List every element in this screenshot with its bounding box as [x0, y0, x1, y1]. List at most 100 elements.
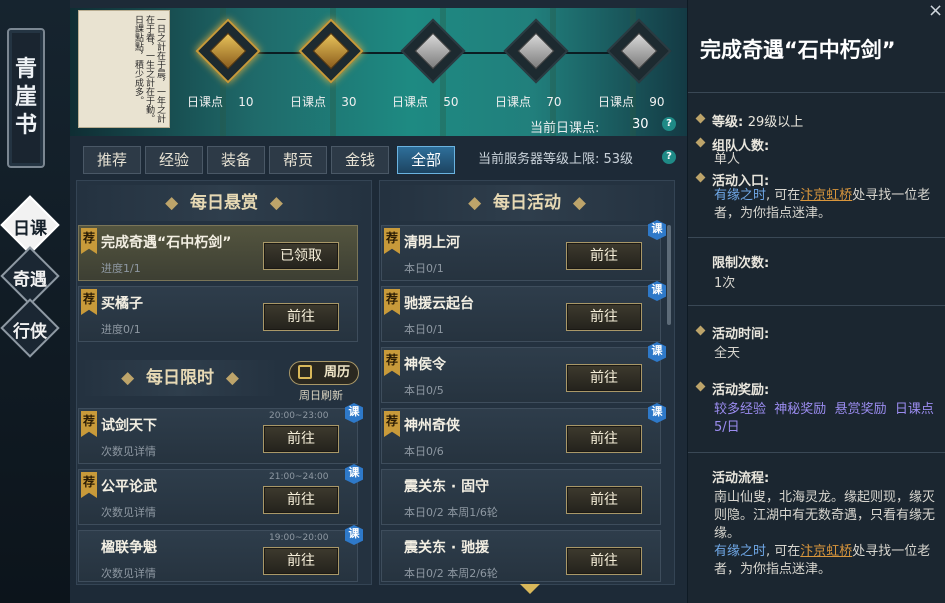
time-window: 19:00~20:00	[269, 533, 329, 543]
entry-value: 有缘之时, 可在汴京虹桥处寻找一位老者，为你指点迷津。	[714, 188, 931, 221]
list-item[interactable]: 荐 试剑天下 20:00~23:00 次数见详情 前往 课	[78, 403, 363, 464]
list-item[interactable]: 荐 神州奇侠 本日0/6 前往 课	[381, 403, 666, 464]
go-button[interactable]: 前往	[263, 486, 339, 514]
item-name: 完成奇遇“石中朽剑”	[101, 235, 232, 251]
recommend-badge: 荐	[384, 411, 400, 437]
list-item[interactable]: 荐 神侯令 本日0/5 前往 课	[381, 342, 666, 403]
divider	[688, 92, 945, 93]
item-progress: 本日0/2 本周2/6轮	[404, 567, 498, 580]
milestone-label: 日课点 70	[495, 95, 562, 109]
limit-label: 限制次数:	[712, 256, 770, 271]
go-button[interactable]: 前往	[263, 425, 339, 453]
item-progress: 本日0/1	[404, 262, 444, 275]
scroll-text: 一日之計在于晨，一年之計在于春，一生之計在于勤。日課點點，積少成多。	[133, 15, 165, 123]
chest-icon	[620, 32, 658, 70]
time-label: 活动时间:	[712, 327, 770, 342]
book-title-char: 崖	[14, 85, 37, 110]
item-name: 震关东 · 固守	[404, 479, 490, 495]
item-name: 驰援云起台	[404, 296, 474, 312]
go-button[interactable]: 前往	[566, 242, 642, 270]
milestone-label: 日课点 10	[187, 95, 254, 109]
time-window: 21:00~24:00	[269, 472, 329, 482]
tab-recommend[interactable]: 推荐	[83, 146, 141, 174]
item-count: 次数见详情	[101, 567, 156, 580]
book-title: 青 崖 书	[7, 28, 45, 168]
item-progress: 进度0/1	[101, 323, 141, 336]
go-button[interactable]: 前往	[263, 547, 339, 575]
recommend-badge: 荐	[384, 228, 400, 254]
list-item[interactable]: 震关东 · 驰援 本日0/2 本周2/6轮 前往	[381, 530, 661, 582]
recommend-badge: 荐	[81, 472, 97, 498]
scrollbar[interactable]	[667, 225, 671, 325]
nav-label: 奇遇	[13, 270, 47, 290]
divider	[688, 452, 945, 453]
item-name: 震关东 · 驰援	[404, 540, 490, 556]
level-row: 等级: 29级以上	[712, 115, 804, 130]
section-daily-bounty: ◆ 每日悬赏 ◆	[80, 185, 368, 221]
go-button[interactable]: 前往	[263, 303, 339, 331]
flow-label: 活动流程:	[712, 471, 770, 486]
milestone-label: 日课点 90	[598, 95, 665, 109]
tab-exp[interactable]: 经验	[145, 146, 203, 174]
close-icon[interactable]: ×	[928, 0, 943, 21]
item-progress: 进度1/1	[101, 262, 141, 275]
reward-list: 较多经验 神秘奖励 悬赏奖励 日课点5/日	[714, 402, 934, 435]
go-button[interactable]: 前往	[566, 303, 642, 331]
item-progress: 本日0/1	[404, 323, 444, 336]
item-count: 次数见详情	[101, 445, 156, 458]
item-progress: 本日0/5	[404, 384, 444, 397]
list-item[interactable]: 震关东 · 固守 本日0/2 本周1/6轮 前往	[381, 469, 661, 525]
current-points-value: 30	[632, 117, 649, 132]
nav-item-chivalry[interactable]: 行侠	[0, 298, 62, 360]
divider	[688, 305, 945, 306]
tab-all[interactable]: 全部	[397, 146, 455, 174]
time-value: 全天	[714, 346, 741, 361]
chevron-down-icon[interactable]	[520, 584, 540, 594]
weekly-refresh-note: 周日刷新	[299, 389, 343, 402]
chest-icon	[414, 32, 452, 70]
list-item[interactable]: 荐 买橘子 进度0/1 前往	[78, 286, 358, 342]
item-name: 楹联争魁	[101, 540, 157, 556]
item-name: 买橘子	[101, 296, 143, 312]
book-title-char: 书	[14, 113, 37, 138]
tab-money[interactable]: 金钱	[331, 146, 389, 174]
location-link[interactable]: 汴京虹桥	[800, 188, 852, 203]
list-item[interactable]: 荐 驰援云起台 本日0/1 前往 课	[381, 281, 666, 342]
book-title-char: 青	[14, 57, 37, 82]
go-button[interactable]: 前往	[566, 486, 642, 514]
help-icon[interactable]: ?	[662, 150, 676, 164]
item-count: 次数见详情	[101, 506, 156, 519]
item-progress: 本日0/2 本周1/6轮	[404, 506, 498, 519]
location-link[interactable]: 汴京虹桥	[800, 544, 852, 559]
divider	[688, 237, 945, 238]
team-value: 单人	[714, 152, 741, 167]
calendar-icon	[298, 365, 312, 379]
item-name: 神侯令	[404, 357, 446, 373]
list-item[interactable]: 荐 完成奇遇“石中朽剑” 进度1/1 已领取	[78, 225, 358, 281]
claimed-button[interactable]: 已领取	[263, 242, 339, 270]
go-button[interactable]: 前往	[566, 425, 642, 453]
detail-title: 完成奇遇“石中朽剑”	[700, 38, 896, 62]
list-item[interactable]: 荐 清明上河 本日0/1 前往 课	[381, 220, 666, 281]
recommend-badge: 荐	[81, 228, 97, 254]
go-button[interactable]: 前往	[566, 364, 642, 392]
server-level-cap: 当前服务器等级上限: 53级	[478, 152, 634, 167]
limit-value: 1次	[714, 276, 736, 291]
section-daily-limited: ◆ 每日限时 ◆	[80, 360, 280, 396]
current-points-label: 当前日课点:	[530, 121, 600, 136]
tab-guild[interactable]: 帮贡	[269, 146, 327, 174]
nav-label: 日课	[13, 219, 47, 239]
item-progress: 本日0/6	[404, 445, 444, 458]
weekly-calendar-button[interactable]: 周历	[289, 361, 359, 385]
chest-icon	[209, 32, 247, 70]
item-name: 清明上河	[404, 235, 460, 251]
item-name: 试剑天下	[101, 418, 157, 434]
go-button[interactable]: 前往	[566, 547, 642, 575]
help-icon[interactable]: ?	[662, 117, 676, 131]
list-item[interactable]: 楹联争魁 19:00~20:00 次数见详情 前往 课	[78, 525, 363, 582]
tab-equipment[interactable]: 装备	[207, 146, 265, 174]
chest-icon	[312, 32, 350, 70]
list-item[interactable]: 荐 公平论武 21:00~24:00 次数见详情 前往 课	[78, 464, 363, 525]
time-window: 20:00~23:00	[269, 411, 329, 421]
chest-icon	[517, 32, 555, 70]
